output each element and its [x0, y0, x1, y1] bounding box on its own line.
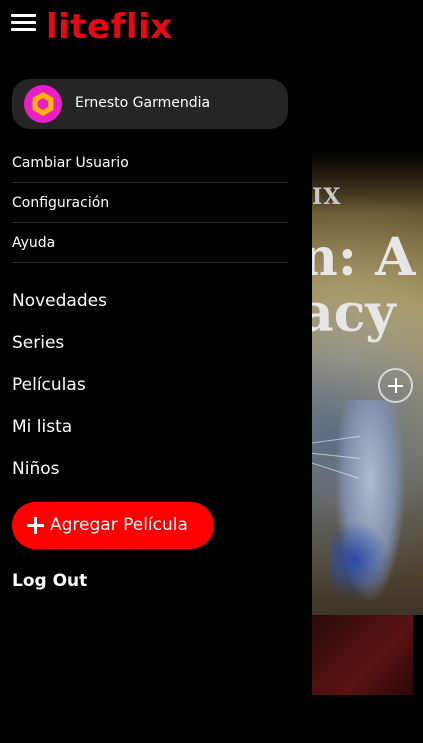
add-to-list-button[interactable]: [378, 368, 413, 403]
nav-item-ninos[interactable]: Niños: [12, 459, 59, 479]
nav-item-peliculas[interactable]: Películas: [12, 375, 86, 395]
hero-title-line-2: acy: [300, 283, 396, 344]
nav-item-series[interactable]: Series: [12, 333, 64, 353]
hero-title-line-1: n: A: [300, 227, 416, 288]
hero-title: n: A acy: [300, 230, 415, 342]
profile-card[interactable]: Ernesto Garmendia: [12, 79, 288, 129]
hamburger-menu-icon[interactable]: [11, 14, 36, 32]
side-drawer: Ernesto Garmendia Cambiar Usuario Config…: [0, 60, 312, 743]
profile-name: Ernesto Garmendia: [75, 95, 211, 111]
menu-item-ayuda[interactable]: Ayuda: [12, 223, 288, 263]
add-movie-label: Agregar Película: [50, 515, 188, 535]
header: liteflix: [0, 0, 423, 60]
plus-icon: [27, 517, 44, 534]
menu-item-configuracion[interactable]: Configuración: [12, 183, 288, 223]
app-logo[interactable]: liteflix: [46, 6, 173, 48]
add-movie-button[interactable]: Agregar Película: [12, 502, 214, 549]
nav-item-novedades[interactable]: Novedades: [12, 291, 107, 311]
nav-item-mi-lista[interactable]: Mi lista: [12, 417, 72, 437]
hexagon-logo-icon: [32, 92, 54, 116]
logout-button[interactable]: Log Out: [12, 571, 87, 591]
hero-character-jersey: [330, 520, 390, 600]
movie-thumbnail[interactable]: [312, 615, 413, 695]
hero-brand-text: IX: [312, 184, 342, 210]
avatar: [24, 85, 62, 123]
menu-item-cambiar-usuario[interactable]: Cambiar Usuario: [12, 143, 288, 183]
